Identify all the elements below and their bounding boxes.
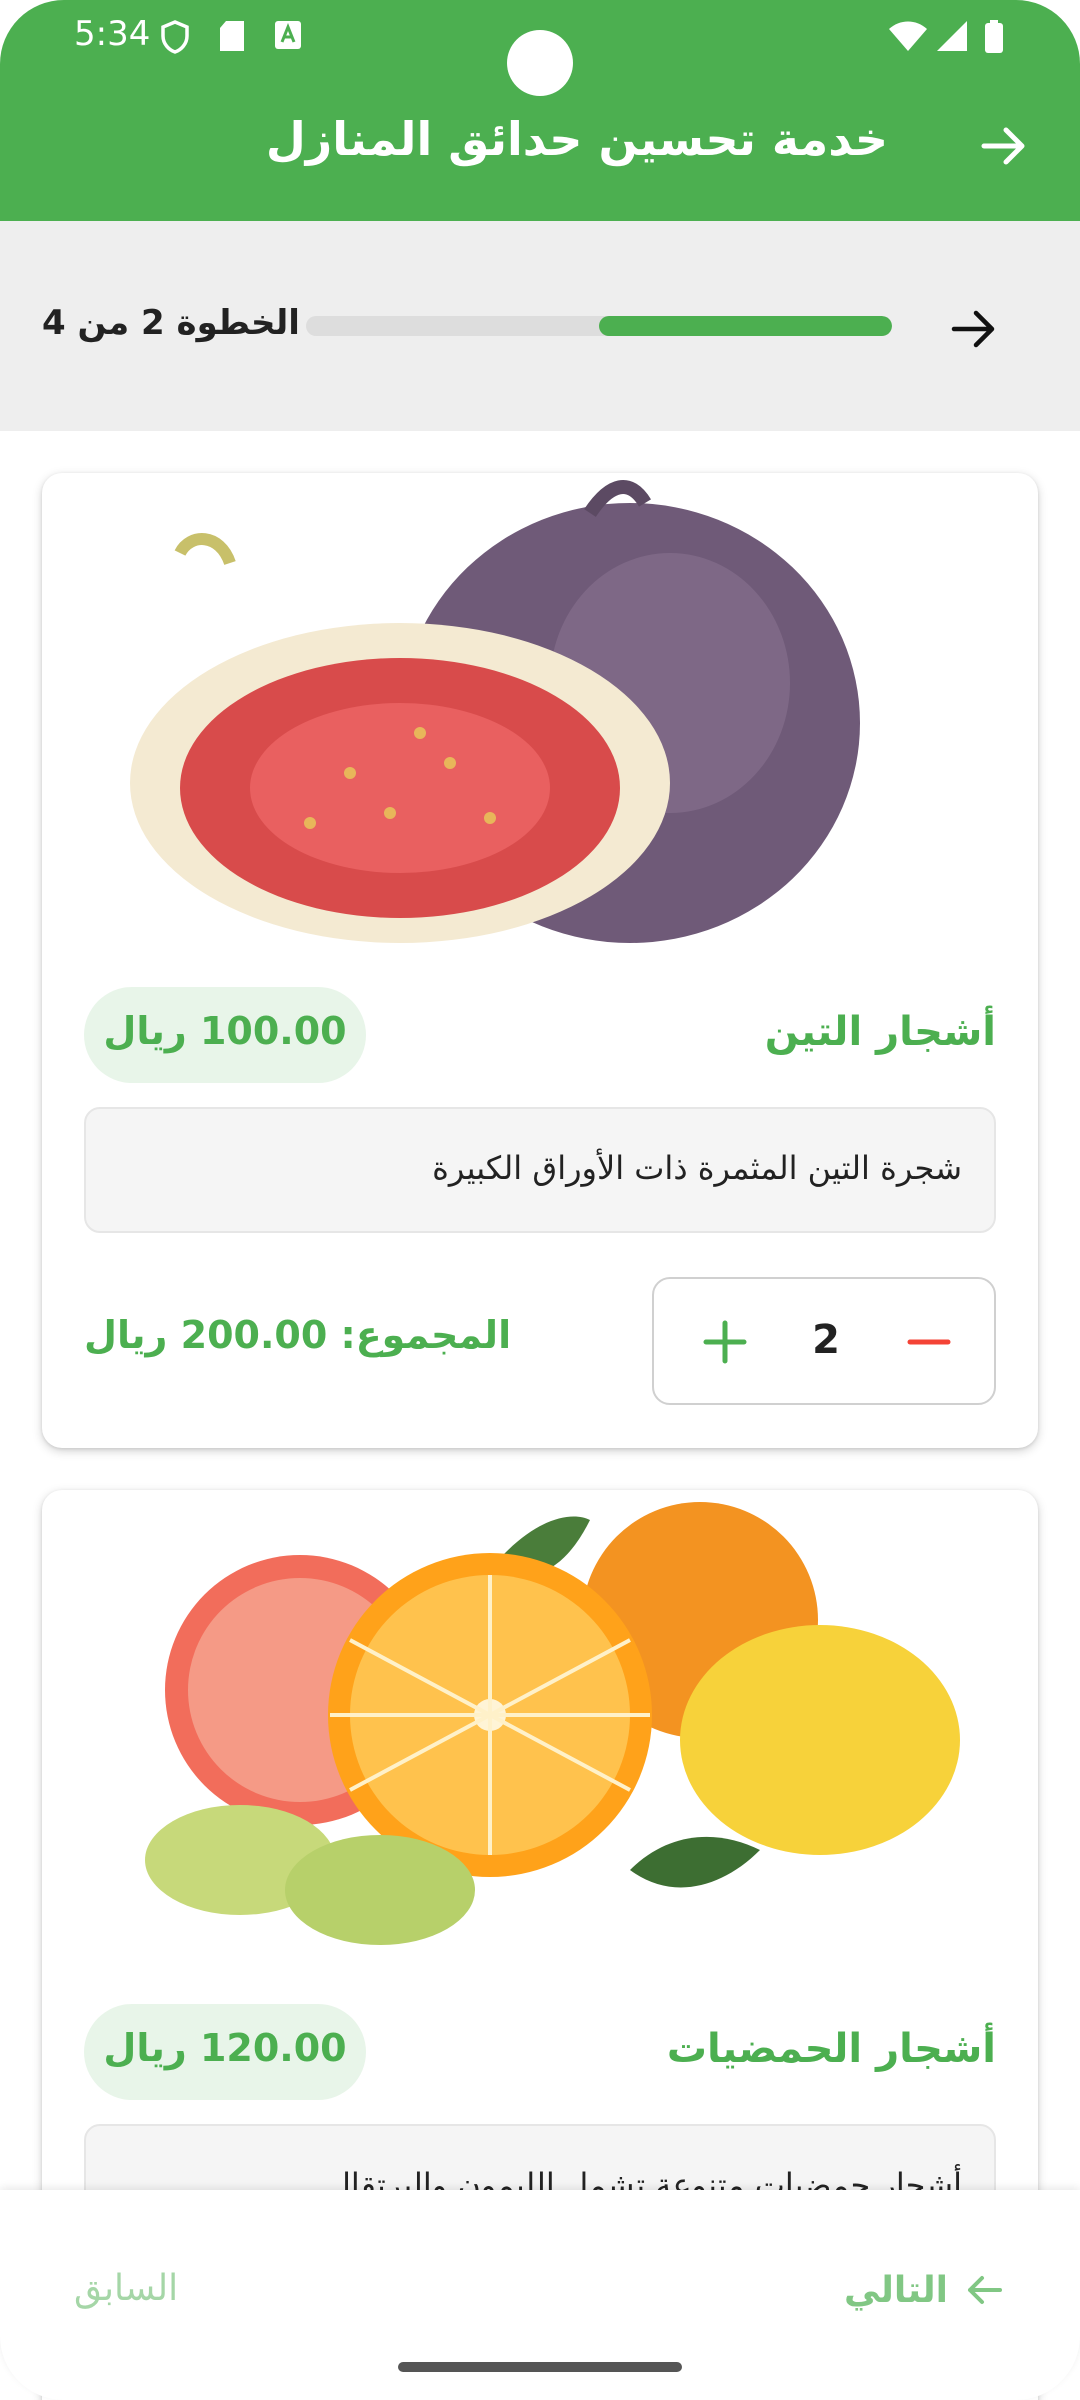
product-name: أشجار التين: [764, 1009, 996, 1055]
description-text: شجرة التين المثمرة ذات الأوراق الكبيرة: [432, 1149, 962, 1187]
arrow-right-icon[interactable]: [976, 118, 1032, 174]
step-label: الخطوة 2 من 4: [42, 303, 300, 343]
previous-button[interactable]: السابق: [74, 2268, 178, 2309]
home-indicator[interactable]: [398, 2362, 682, 2372]
price-badge: 120.00 ريال: [84, 2004, 366, 2100]
app-header: 5:34 خدمة تحسين حدائق المنازل: [0, 0, 1080, 221]
plus-icon[interactable]: [690, 1307, 760, 1377]
bottom-navigation: السابق التالي: [0, 2190, 1080, 2400]
product-card: أشجار التين 100.00 ريال شجرة التين المثم…: [42, 473, 1038, 1448]
total-text: المجموع: 200.00 ريال: [84, 1313, 512, 1357]
signal-icon: [937, 21, 967, 51]
next-button-label: التالي: [843, 2269, 948, 2311]
minus-icon[interactable]: [894, 1307, 964, 1377]
text-a-icon: [275, 21, 301, 49]
arrow-left-icon: [968, 2276, 1002, 2304]
page-title: خدمة تحسين حدائق المنازل: [265, 112, 888, 166]
step-progress-panel: الخطوة 2 من 4: [0, 221, 1080, 431]
quantity-value: 2: [812, 1317, 840, 1363]
price-text: 120.00 ريال: [103, 2026, 347, 2070]
sd-card-icon: [220, 21, 244, 51]
wifi-icon: [889, 21, 927, 51]
description-box: شجرة التين المثمرة ذات الأوراق الكبيرة: [84, 1107, 996, 1233]
battery-icon: [985, 20, 1003, 53]
fig-image: [130, 480, 860, 943]
quantity-stepper: 2: [652, 1277, 996, 1405]
shield-icon: [161, 20, 189, 54]
status-time: 5:34: [74, 14, 151, 54]
arrow-right-icon[interactable]: [946, 301, 1002, 357]
progress-bar: [306, 316, 892, 336]
citrus-image: [145, 1502, 960, 1945]
product-name: أشجار الحمضيات: [666, 2026, 996, 2072]
price-badge: 100.00 ريال: [84, 987, 366, 1083]
camera-cutout: [507, 30, 573, 96]
progress-fill: [599, 316, 892, 336]
next-button[interactable]: التالي: [844, 2260, 1006, 2320]
price-text: 100.00 ريال: [103, 1009, 347, 1053]
